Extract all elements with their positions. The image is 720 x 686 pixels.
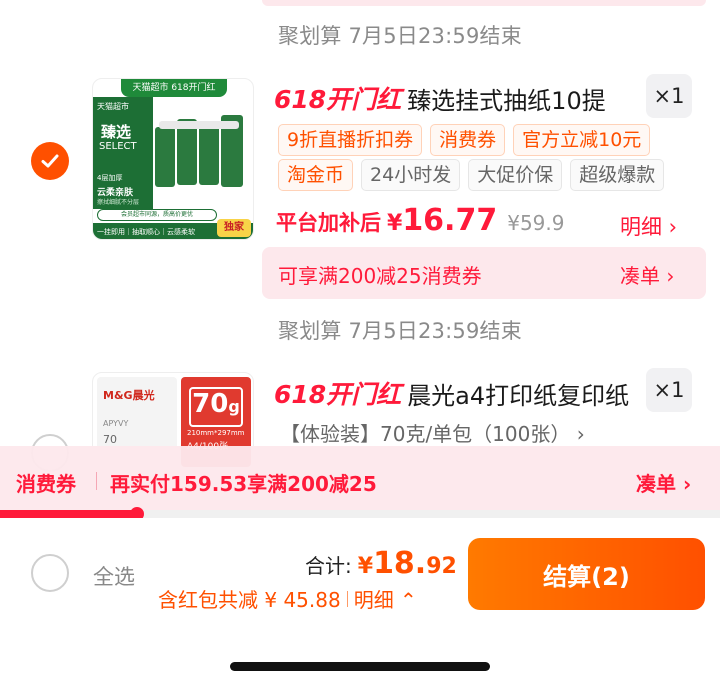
previous-coupon-bar-edge [262, 0, 706, 6]
brand-panel: 天猫超市 臻选 SELECT 4层加厚 云柔亲肤 擦拭细腻不分层 [93, 97, 153, 209]
price-currency: ¥ [387, 211, 403, 236]
total-decimal: 92 [426, 554, 457, 579]
coupon-text: 可享满200减25消费券 [278, 264, 482, 288]
cart-list: 聚划算 7月5日23:59结束 天猫超市 618开门红 天猫超市 臻选 SELE… [0, 0, 720, 520]
product-title-row[interactable]: 618开门红 晨光a4打印纸复印纸 [274, 375, 629, 411]
coupon-bar[interactable]: 可享满200减25消费券 凑单 › [262, 247, 706, 299]
discount-text: 含红包共减 ¥ 45.88 [158, 588, 341, 612]
paper-code: APYVY [103, 419, 129, 428]
paper-gsm-small: 70 [103, 433, 117, 446]
feature-text-1: 4层加厚 [97, 174, 123, 182]
gsm-box: 70 g [189, 387, 243, 427]
divider [96, 472, 97, 490]
promo-618-label: 618开门红 [274, 380, 402, 409]
feature-text-3: 擦拭细腻不分层 [97, 199, 140, 206]
coupon-progress-banner[interactable]: 消费券 再实付159.53享满200减25 凑单 › [0, 446, 720, 516]
deal-deadline: 聚划算 7月5日23:59结束 [278, 319, 522, 343]
home-indicator [230, 662, 490, 671]
total-label: 合计: [305, 554, 352, 578]
corner-text: 天猫超市 [97, 102, 129, 111]
item-checkbox-checked[interactable] [31, 142, 69, 180]
tag-consumer-coupon: 消费券 [430, 124, 506, 156]
paper-size: 210mm*297mm [187, 429, 245, 437]
add-on-link[interactable]: 凑单 › [620, 260, 674, 289]
promo-pill: 会员超市同源，质高价更优 [97, 209, 217, 221]
select-all-label[interactable]: 全选 [93, 561, 135, 591]
product-spec-selector[interactable]: 【体验装】70克/单包（100张） › [280, 418, 585, 447]
price-label: 平台加补后 [276, 211, 381, 235]
total-price-row: 合计: ¥ 18. 92 [305, 546, 457, 581]
exclusive-badge: 独家 [217, 219, 251, 237]
checkout-bar: 全选 合计: ¥ 18. 92 含红包共减 ¥ 45.88 明细 ⌃ 结算(2) [0, 518, 720, 686]
tissue-packs-illustration [155, 113, 251, 195]
tag-24h-ship: 24小时发 [361, 159, 461, 191]
product-title-row[interactable]: 618开门红 臻选挂式抽纸10提 [274, 80, 606, 116]
discount-detail-link[interactable]: 明细 ⌃ [354, 584, 417, 613]
tag-live-coupon: 9折直播折扣券 [278, 124, 423, 156]
discount-row[interactable]: 含红包共减 ¥ 45.88 明细 ⌃ [158, 584, 417, 613]
tag-price-protect: 大促价保 [468, 159, 563, 191]
price-row: 平台加补后 ¥ 16.77 ¥59.9 [276, 203, 564, 238]
price-value: 16.77 [402, 203, 498, 238]
coupon-banner-text: 再实付159.53享满200减25 [110, 472, 377, 496]
divider [346, 590, 348, 607]
promo-tags-row-1: 9折直播折扣券 消费券 官方立减10元 [278, 124, 651, 156]
promo-tags-row-2: 淘金币 24小时发 大促价保 超级爆款 [278, 159, 665, 191]
coupon-banner-label: 消费券 [16, 472, 76, 496]
original-price: ¥59.9 [507, 211, 565, 235]
coupon-progress-track [0, 507, 720, 521]
select-all-checkbox[interactable] [31, 554, 69, 592]
checkout-button[interactable]: 结算(2) [468, 538, 705, 610]
product-title: 晨光a4打印纸复印纸 [407, 381, 630, 410]
product-title: 臻选挂式抽纸10提 [407, 86, 606, 115]
check-icon [41, 154, 59, 168]
brand-en-text: SELECT [99, 141, 137, 152]
promo-618-label: 618开门红 [274, 85, 402, 114]
total-currency: ¥ [357, 554, 374, 579]
deal-deadline: 聚划算 7月5日23:59结束 [278, 24, 522, 48]
tmall-banner: 天猫超市 618开门红 [121, 79, 227, 97]
brand-text: 臻选 [101, 123, 132, 141]
tag-taojinbi: 淘金币 [278, 159, 354, 191]
price-detail-link[interactable]: 明细 › [620, 211, 677, 241]
total-integer: 18. [373, 546, 427, 581]
product-image-tissue[interactable]: 天猫超市 618开门红 天猫超市 臻选 SELECT 4层加厚 云柔亲肤 擦拭细… [92, 78, 254, 240]
add-on-link[interactable]: 凑单 › [636, 468, 691, 497]
paper-brand: M&G晨光 [103, 389, 155, 402]
tag-official-discount: 官方立减10元 [513, 124, 651, 156]
quantity-selector[interactable]: ×1 [646, 368, 692, 412]
coupon-progress-fill [0, 510, 137, 518]
quantity-selector[interactable]: ×1 [646, 74, 692, 118]
tag-hot-item: 超级爆款 [570, 159, 665, 191]
